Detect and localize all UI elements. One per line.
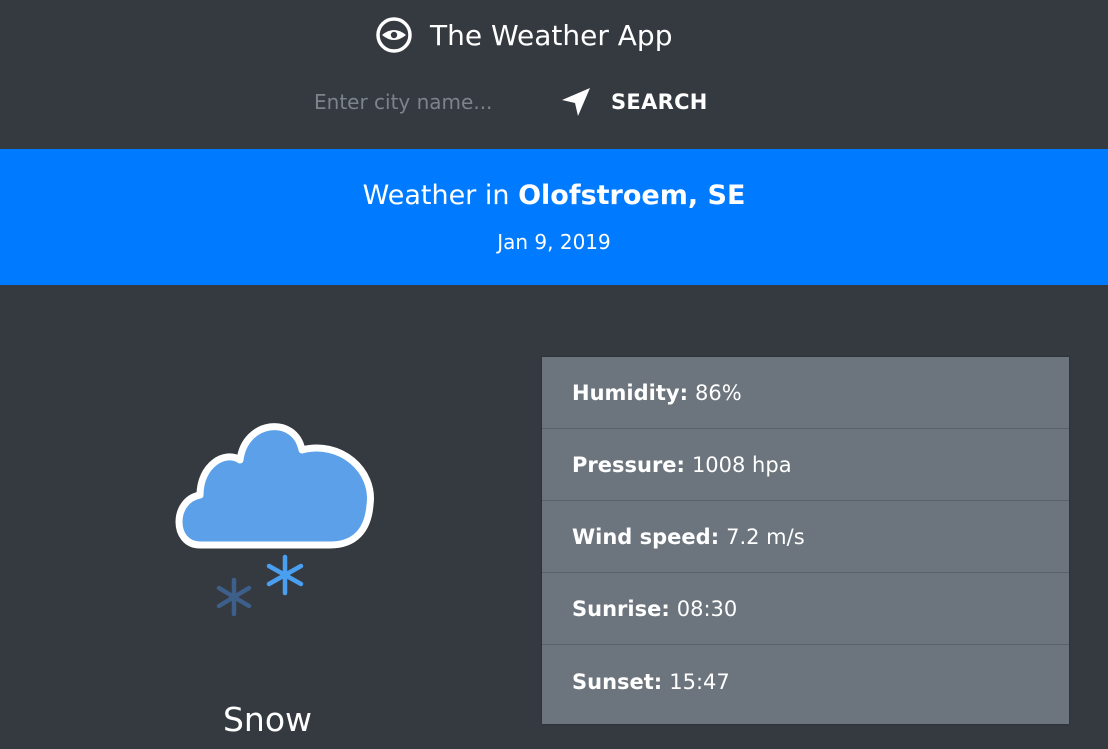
- search-button[interactable]: SEARCH: [559, 85, 708, 119]
- detail-value: 1008 hpa: [691, 452, 792, 477]
- app-header: The Weather App SEARCH: [0, 0, 1108, 149]
- detail-humidity: Humidity: 86%: [542, 357, 1069, 429]
- detail-value: 86%: [694, 380, 742, 405]
- eye-compass-icon: [375, 16, 413, 54]
- detail-value: 7.2 m/s: [726, 524, 805, 549]
- search-button-label: SEARCH: [611, 90, 708, 114]
- detail-label: Wind speed:: [572, 524, 720, 549]
- detail-value: 08:30: [676, 596, 738, 621]
- forecast-date: Jan 9, 2019: [497, 230, 611, 254]
- detail-pressure: Pressure: 1008 hpa: [542, 429, 1069, 501]
- banner-heading: Weather in Olofstroem, SE: [0, 180, 1108, 211]
- detail-label: Sunrise:: [572, 596, 670, 621]
- app-title: The Weather App: [430, 18, 673, 52]
- snow-cloud-icon: [170, 395, 385, 630]
- detail-value: 15:47: [669, 669, 730, 694]
- detail-sunset: Sunset: 15:47: [542, 645, 1069, 718]
- city-name: Olofstroem, SE: [518, 180, 746, 211]
- detail-label: Sunset:: [572, 669, 663, 694]
- search-bar: SEARCH: [300, 80, 708, 124]
- weather-condition: Snow: [222, 700, 313, 739]
- location-arrow-icon: [559, 85, 593, 119]
- detail-label: Humidity:: [572, 380, 688, 405]
- detail-label: Pressure:: [572, 452, 685, 477]
- detail-sunrise: Sunrise: 08:30: [542, 573, 1069, 645]
- location-banner: Weather in Olofstroem, SE Jan 9, 2019: [0, 149, 1108, 285]
- weather-details-panel: Humidity: 86% Pressure: 1008 hpa Wind sp…: [542, 357, 1069, 724]
- detail-wind-speed: Wind speed: 7.2 m/s: [542, 501, 1069, 573]
- banner-prefix: Weather in: [362, 180, 519, 211]
- brand: The Weather App: [375, 15, 672, 55]
- city-search-input[interactable]: [300, 82, 529, 122]
